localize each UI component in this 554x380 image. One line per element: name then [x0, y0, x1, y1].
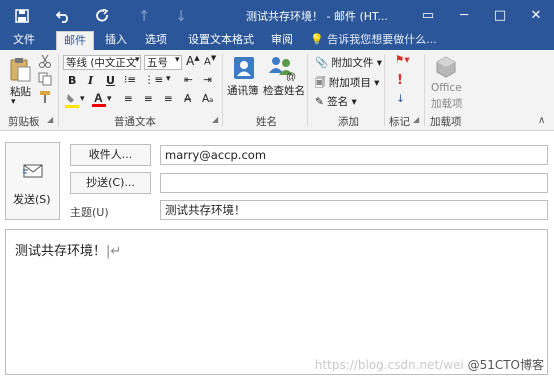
chevron-down-icon[interactable]: ▾ — [135, 55, 140, 65]
signature-icon: ✎ — [315, 96, 324, 108]
ribbon-tabs: 文件 邮件 插入 选项 设置文本格式 审阅 💡 告诉我您想要做什么... — [0, 31, 554, 51]
divider — [384, 54, 385, 126]
to-button[interactable]: 收件人... — [70, 144, 151, 166]
ribbon: 粘贴 ▾ 剪贴板 ◢ 等线 (中文正文 ▾ 五号 ▾ A▲ A▼ B I U ⁝… — [0, 50, 554, 131]
tab-options[interactable]: 选项 — [140, 31, 172, 50]
addins-button-label[interactable]: 加载项 — [431, 96, 463, 111]
font-color-icon[interactable]: A — [92, 91, 106, 108]
arrow-down-icon[interactable]: ↓ — [168, 0, 194, 31]
group-tags-label: 标记 — [389, 116, 410, 128]
chevron-down-icon[interactable]: ▾ — [175, 55, 180, 65]
undo-icon[interactable] — [50, 0, 76, 31]
message-body[interactable]: 测试共存环境！|↵ — [5, 229, 548, 375]
copy-icon[interactable] — [38, 72, 52, 86]
tell-me-text: 告诉我您想要做什么... — [327, 33, 437, 46]
send-envelope-icon — [22, 163, 43, 182]
format-painter-icon[interactable] — [38, 90, 52, 104]
group-include-label: 添加 — [338, 116, 359, 128]
tab-format-text[interactable]: 设置文本格式 — [182, 31, 260, 50]
tell-me-box[interactable]: 💡 告诉我您想要做什么... — [310, 31, 437, 50]
dialog-launcher-icon[interactable]: ◢ — [212, 115, 218, 124]
subject-field[interactable]: 测试共存环境！ — [160, 200, 548, 220]
italic-button[interactable]: I — [88, 74, 93, 87]
window-title: 测试共存环境！ - 邮件 (HT... — [246, 10, 388, 23]
tab-review[interactable]: 审阅 — [266, 31, 298, 50]
text-cursor: |↵ — [106, 244, 122, 259]
divider — [58, 54, 59, 126]
svg-text:A: A — [94, 91, 103, 105]
high-importance-icon[interactable]: ! — [397, 73, 403, 88]
address-book-icon[interactable] — [231, 55, 257, 81]
chevron-down-icon[interactable]: ▾ — [166, 74, 171, 84]
redo-icon[interactable] — [90, 0, 116, 31]
increase-indent-icon[interactable]: ⇥ — [203, 74, 212, 86]
dialog-launcher-icon[interactable]: ◢ — [47, 115, 53, 124]
tab-insert[interactable]: 插入 — [100, 31, 132, 50]
group-basic-text-label: 普通文本 — [114, 116, 156, 128]
chevron-down-icon[interactable]: ▾ — [11, 97, 16, 107]
cut-icon[interactable] — [38, 54, 52, 68]
attach-item-icon: 🗐 — [315, 77, 326, 89]
low-importance-icon[interactable]: ↓ — [396, 93, 405, 105]
font-name-select[interactable]: 等线 (中文正文 — [63, 55, 141, 70]
tab-file[interactable]: 文件 — [8, 31, 40, 50]
office-addins-icon[interactable] — [434, 55, 458, 79]
follow-up-flag-icon[interactable]: ⚑▾ — [395, 54, 410, 66]
numbering-icon[interactable]: ⋮≡ — [144, 74, 163, 86]
decrease-indent-icon[interactable]: ⇤ — [184, 74, 193, 86]
divider — [222, 54, 223, 126]
shrink-font-icon[interactable]: A▼ — [204, 54, 216, 67]
dialog-launcher-icon[interactable]: ◢ — [413, 115, 419, 124]
group-addins-label: 加载项 — [430, 116, 462, 128]
styles-icon[interactable]: Aₐ — [202, 93, 213, 105]
svg-text:@: @ — [286, 72, 296, 81]
watermark: https://blog.csdn.net/wei @51CTO博客 — [314, 358, 544, 372]
arrow-up-icon[interactable]: ↑ — [131, 0, 157, 31]
highlight-icon[interactable] — [65, 92, 79, 108]
chevron-down-icon[interactable]: ▾ — [80, 94, 85, 104]
title-bar: ↑ ↓ 测试共存环境！ - 邮件 (HT... ▭ ─ □ ✕ — [0, 0, 554, 31]
body-text: 测试共存环境！|↵ — [15, 244, 122, 259]
attach-item-button[interactable]: 🗐 附加项目 ▾ — [315, 75, 379, 93]
group-clipboard-label: 剪贴板 — [8, 116, 40, 128]
align-left-icon[interactable]: ≡ — [124, 93, 133, 105]
minimize-button[interactable]: ─ — [446, 0, 482, 31]
align-center-icon[interactable]: ≡ — [144, 93, 153, 105]
ribbon-display-button[interactable]: ▭ — [410, 0, 446, 31]
divider — [424, 54, 425, 126]
bold-button[interactable]: B — [68, 74, 76, 87]
collapse-ribbon-icon[interactable]: ∧ — [538, 115, 545, 126]
align-right-icon[interactable]: ≡ — [164, 93, 173, 105]
paperclip-icon: 📎 — [315, 57, 329, 69]
maximize-button[interactable]: □ — [482, 0, 518, 31]
bullets-icon[interactable]: ⁝≡ — [124, 74, 136, 86]
lightbulb-icon: 💡 — [310, 33, 324, 46]
cc-button[interactable]: 抄送(C)... — [70, 172, 151, 194]
divider — [307, 54, 308, 126]
paste-icon[interactable] — [9, 56, 31, 82]
grow-font-icon[interactable]: A▲ — [186, 54, 200, 68]
underline-button[interactable]: U — [106, 74, 115, 87]
signature-button[interactable]: ✎ 签名 ▾ — [315, 94, 357, 109]
clear-formatting-icon[interactable]: A̶ — [184, 93, 191, 105]
attach-file-button[interactable]: 📎 附加文件 ▾ — [315, 55, 382, 70]
to-field[interactable]: marry@accp.com — [160, 145, 548, 165]
save-icon[interactable] — [9, 0, 35, 31]
office-label[interactable]: Office — [431, 82, 462, 94]
send-label: 发送(S) — [13, 193, 51, 206]
check-names-label[interactable]: 检查姓名 — [263, 83, 305, 98]
close-button[interactable]: ✕ — [518, 0, 554, 31]
subject-label: 主题(U) — [70, 206, 109, 219]
chevron-down-icon[interactable]: ▾ — [107, 94, 112, 104]
send-button[interactable]: 发送(S) — [5, 142, 60, 220]
address-book-label[interactable]: 通讯簿 — [227, 83, 259, 98]
cc-field[interactable] — [160, 173, 548, 193]
group-names-label: 姓名 — [256, 116, 277, 128]
tab-mail[interactable]: 邮件 — [56, 31, 94, 51]
check-names-icon[interactable]: @ — [268, 53, 296, 81]
